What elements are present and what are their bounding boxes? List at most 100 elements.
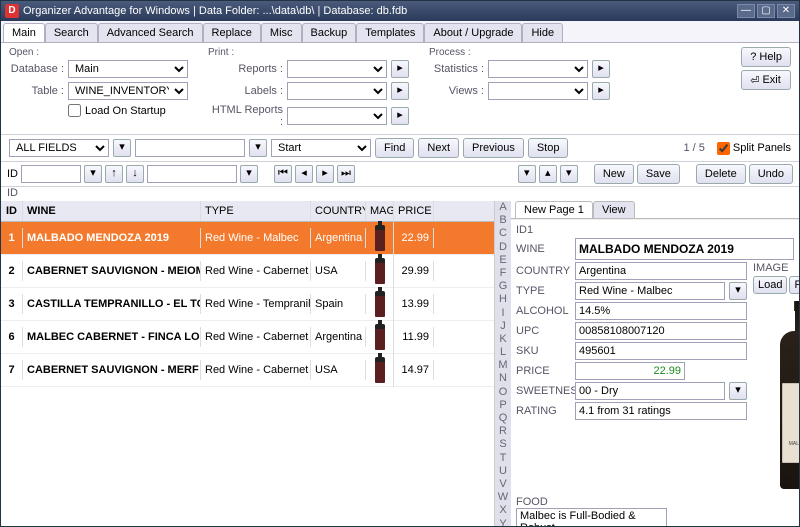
col-header-id[interactable]: ID — [1, 201, 23, 221]
help-button[interactable]: ?Help — [741, 47, 791, 67]
tab-main[interactable]: Main — [3, 23, 45, 42]
id-label: ID — [7, 168, 18, 180]
expand-up-icon[interactable]: ▴ — [539, 165, 557, 183]
price-field[interactable] — [575, 362, 685, 380]
col-header-country[interactable]: COUNTRY — [311, 201, 366, 221]
open-group-label: Open : — [9, 47, 188, 58]
previous-button[interactable]: Previous — [463, 138, 524, 158]
exit-button[interactable]: ⏎Exit — [741, 70, 791, 90]
statistics-go-icon[interactable]: ▸ — [592, 60, 610, 78]
tab-advanced-search[interactable]: Advanced Search — [98, 23, 203, 42]
database-label: Database : — [9, 63, 64, 75]
database-select[interactable]: Main — [68, 60, 188, 78]
print-group-label: Print : — [208, 47, 409, 58]
rating-field-label: RATING — [516, 405, 571, 417]
tab-backup[interactable]: Backup — [302, 23, 357, 42]
tab-view[interactable]: View — [593, 201, 635, 218]
sweetness-dropdown-icon[interactable]: ▾ — [729, 382, 747, 400]
alpha-index[interactable]: ABCDEFGHIJKLMNOPQRSTUVWXYZ — [495, 201, 511, 526]
table-row[interactable]: 1MALBADO MENDOZA 2019Red Wine - MalbecAr… — [1, 222, 494, 255]
alcohol-field[interactable] — [575, 302, 747, 320]
image-load-button[interactable]: Load — [753, 276, 787, 294]
grid-panel: ID WINE TYPE COUNTRY MAGE PRICE 1MALBADO… — [1, 201, 495, 526]
tab-about-upgrade[interactable]: About / Upgrade — [424, 23, 522, 42]
find-button[interactable]: Find — [375, 138, 414, 158]
load-startup-checkbox[interactable] — [68, 104, 81, 117]
tab-search[interactable]: Search — [45, 23, 98, 42]
views-select[interactable] — [488, 82, 588, 100]
search-bar: ALL FIELDS ▾ ▾ Start Find Next Previous … — [1, 135, 799, 162]
reports-go-icon[interactable]: ▸ — [391, 60, 409, 78]
tab-hide[interactable]: Hide — [522, 23, 563, 42]
stop-button[interactable]: Stop — [528, 138, 569, 158]
rating-field[interactable] — [575, 402, 747, 420]
search-field-select[interactable]: ALL FIELDS — [9, 139, 109, 157]
undo-button[interactable]: Undo — [749, 164, 793, 184]
sort-desc-icon[interactable]: ↓ — [126, 165, 144, 183]
labels-select[interactable] — [287, 82, 387, 100]
nav-first-icon[interactable]: ⏮ — [274, 165, 292, 183]
id1-label: ID1 — [516, 224, 794, 236]
type-field[interactable] — [575, 282, 725, 300]
sku-field[interactable] — [575, 342, 747, 360]
id-input[interactable] — [21, 165, 81, 183]
new-button[interactable]: New — [594, 164, 634, 184]
tab-newpage1[interactable]: New Page 1 — [515, 201, 593, 218]
reports-select[interactable] — [287, 60, 387, 78]
type-field-label: TYPE — [516, 285, 571, 297]
views-go-icon[interactable]: ▸ — [592, 82, 610, 100]
tab-replace[interactable]: Replace — [203, 23, 261, 42]
table-row[interactable]: 7CABERNET SAUVIGNON - MERF COLUMRed Wine… — [1, 354, 494, 387]
delete-button[interactable]: Delete — [696, 164, 746, 184]
maximize-button[interactable]: ▢ — [757, 4, 775, 18]
upc-field[interactable] — [575, 322, 747, 340]
tab-misc[interactable]: Misc — [261, 23, 302, 42]
split-panels-checkbox[interactable] — [717, 142, 730, 155]
nav-next-icon[interactable]: ▸ — [316, 165, 334, 183]
minimize-button[interactable]: — — [737, 4, 755, 18]
statistics-select[interactable] — [488, 60, 588, 78]
col-header-wine[interactable]: WINE — [23, 201, 201, 221]
data-grid: ID WINE TYPE COUNTRY MAGE PRICE 1MALBADO… — [1, 201, 494, 526]
field-stepper[interactable]: ▾ — [113, 139, 131, 157]
htmlreports-select[interactable] — [287, 107, 387, 125]
type-dropdown-icon[interactable]: ▾ — [729, 282, 747, 300]
col-header-type[interactable]: TYPE — [201, 201, 311, 221]
wine-field[interactable] — [575, 238, 794, 260]
close-button[interactable]: ✕ — [777, 4, 795, 18]
table-row[interactable]: 6MALBEC CABERNET - FINCA LOS PRIMRed Win… — [1, 321, 494, 354]
load-startup-label: Load On Startup — [85, 105, 166, 117]
search-text[interactable] — [135, 139, 245, 157]
labels-go-icon[interactable]: ▸ — [391, 82, 409, 100]
detail-panel: New Page 1 View ID1 WINE COUNTRY TYPE▾ A… — [511, 201, 799, 526]
sweetness-field-label: SWEETNESS — [516, 385, 571, 397]
filter-input[interactable] — [147, 165, 237, 183]
table-row[interactable]: 3CASTILLA TEMPRANILLO - EL TOCADORed Win… — [1, 288, 494, 321]
col-header-image[interactable]: MAGE — [366, 201, 394, 221]
app-window: D Organizer Advantage for Windows | Data… — [0, 0, 800, 527]
save-button[interactable]: Save — [637, 164, 680, 184]
sweetness-field[interactable] — [575, 382, 725, 400]
nav-prev-icon[interactable]: ◂ — [295, 165, 313, 183]
wine-field-label: WINE — [516, 243, 571, 255]
sort-asc-icon[interactable]: ↑ — [105, 165, 123, 183]
table-select[interactable]: WINE_INVENTORY — [68, 82, 188, 100]
table-row[interactable]: 2CABERNET SAUVIGNON - MEIOMIRed Wine - C… — [1, 255, 494, 288]
filter-stepper[interactable]: ▾ — [240, 165, 258, 183]
bottle-brand: MALBADO — [784, 441, 799, 447]
image-paste-button[interactable]: Paste — [789, 276, 799, 294]
expand-down-icon[interactable]: ▾ — [560, 165, 578, 183]
country-field[interactable] — [575, 262, 747, 280]
app-icon: D — [5, 4, 19, 18]
tab-templates[interactable]: Templates — [356, 23, 424, 42]
id-stepper[interactable]: ▾ — [84, 165, 102, 183]
statistics-label: Statistics : — [429, 63, 484, 75]
text-stepper[interactable]: ▾ — [249, 139, 267, 157]
nav-last-icon[interactable]: ⏭ — [337, 165, 355, 183]
food-field[interactable] — [516, 508, 667, 526]
htmlreports-go-icon[interactable]: ▸ — [391, 107, 409, 125]
next-button[interactable]: Next — [418, 138, 459, 158]
col-header-price[interactable]: PRICE — [394, 201, 434, 221]
collapse-icon[interactable]: ▾ — [518, 165, 536, 183]
search-mode-select[interactable]: Start — [271, 139, 371, 157]
